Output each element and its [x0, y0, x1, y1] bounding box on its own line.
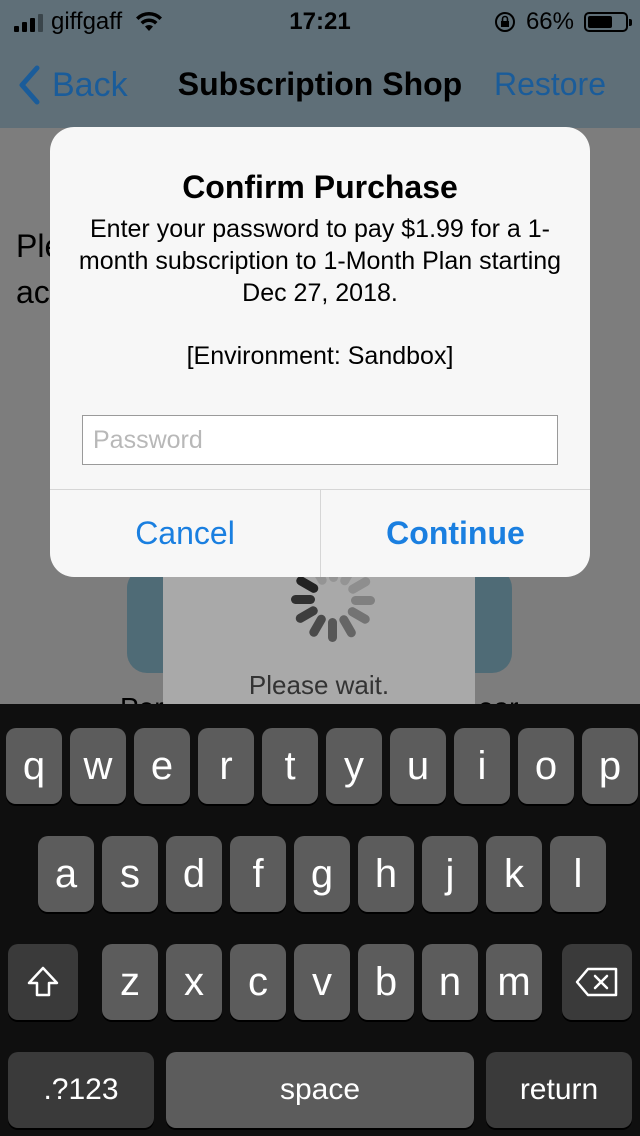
navigation-bar: Back Subscription Shop Restore [0, 40, 640, 128]
backspace-icon [575, 967, 618, 997]
shift-key[interactable] [8, 944, 78, 1020]
dialog-message: Enter your password to pay $1.99 for a 1… [78, 215, 562, 307]
key-a[interactable]: a [38, 836, 94, 912]
key-o[interactable]: o [518, 728, 574, 804]
key-v[interactable]: v [294, 944, 350, 1020]
key-d[interactable]: d [166, 836, 222, 912]
confirm-purchase-dialog: Confirm Purchase Enter your password to … [50, 127, 590, 577]
key-p[interactable]: p [582, 728, 638, 804]
continue-button[interactable]: Continue [321, 490, 590, 577]
key-z[interactable]: z [102, 944, 158, 1020]
rotation-lock-icon [494, 12, 515, 32]
key-y[interactable]: y [326, 728, 382, 804]
shift-icon [27, 966, 59, 997]
battery-percent: 66% [525, 8, 574, 35]
delete-key[interactable] [562, 944, 632, 1020]
dialog-title: Confirm Purchase [182, 169, 458, 205]
key-s[interactable]: s [102, 836, 158, 912]
key-m[interactable]: m [486, 944, 542, 1020]
keyboard: qwertyuiop asdfghjkl zxcvbnm .?123 space… [0, 704, 640, 1136]
key-h[interactable]: h [358, 836, 414, 912]
key-i[interactable]: i [454, 728, 510, 804]
key-t[interactable]: t [262, 728, 318, 804]
restore-button[interactable]: Restore [494, 66, 606, 103]
key-j[interactable]: j [422, 836, 478, 912]
key-n[interactable]: n [422, 944, 478, 1020]
space-key[interactable]: space [166, 1052, 474, 1128]
please-wait-label: Please wait. [248, 670, 390, 700]
key-q[interactable]: q [6, 728, 62, 804]
key-w[interactable]: w [70, 728, 126, 804]
key-l[interactable]: l [550, 836, 606, 912]
background-text-line-2: ac [16, 274, 50, 310]
screen: giffgaff 17:21 66% Back Subscription Sho… [0, 0, 640, 1136]
key-b[interactable]: b [358, 944, 414, 1020]
numbers-key[interactable]: .?123 [8, 1052, 154, 1128]
key-g[interactable]: g [294, 836, 350, 912]
battery-fill [588, 16, 612, 28]
return-key[interactable]: return [486, 1052, 632, 1128]
key-f[interactable]: f [230, 836, 286, 912]
key-c[interactable]: c [230, 944, 286, 1020]
key-k[interactable]: k [486, 836, 542, 912]
key-u[interactable]: u [390, 728, 446, 804]
key-e[interactable]: e [134, 728, 190, 804]
environment-label: [Environment: Sandbox] [186, 342, 454, 370]
key-x[interactable]: x [166, 944, 222, 1020]
battery-icon [584, 12, 632, 32]
key-r[interactable]: r [198, 728, 254, 804]
password-input[interactable] [82, 415, 558, 465]
status-bar: giffgaff 17:21 66% [0, 0, 640, 40]
cancel-button[interactable]: Cancel [50, 490, 320, 577]
status-right: 66% [494, 8, 632, 36]
